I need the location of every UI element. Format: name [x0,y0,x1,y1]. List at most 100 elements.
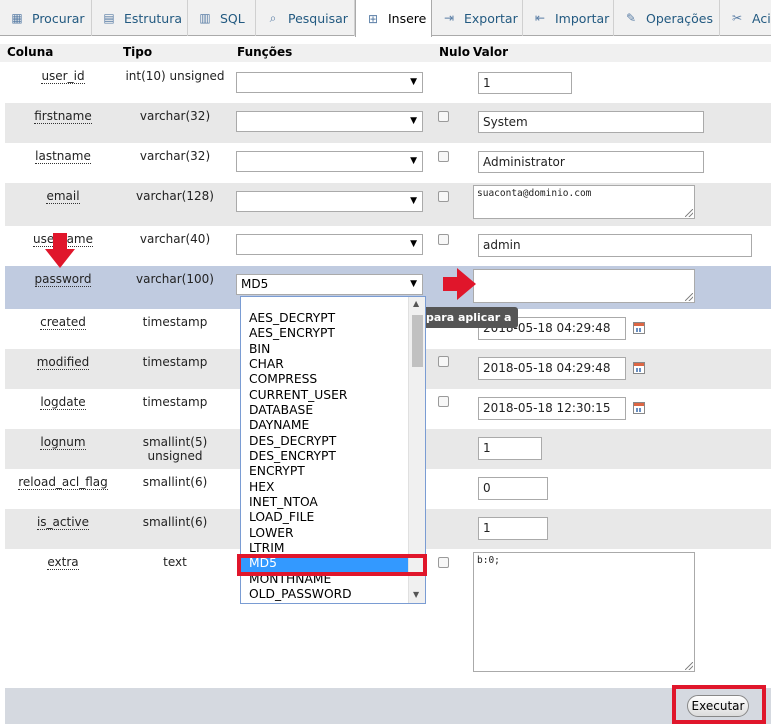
dropdown-option[interactable]: ENCRYPT [241,464,409,479]
dropdown-option[interactable]: LOWER [241,526,409,541]
tab-pesquisar[interactable]: ⌕ Pesquisar [256,0,355,36]
dropdown-option[interactable]: DES_ENCRYPT [241,449,409,464]
field-name: modified [36,355,90,370]
field-name: username [33,232,93,247]
null-checkbox[interactable] [438,356,449,367]
dropdown-option[interactable]: CHAR [241,357,409,372]
field-name: logdate [40,395,86,410]
null-checkbox[interactable] [438,191,449,202]
field-type: int(10) unsigned [125,69,225,83]
value-input[interactable]: admin [478,234,752,257]
footer-bar [5,688,771,724]
field-name: firstname [34,109,92,124]
field-type: varchar(100) [136,272,214,286]
wrench-icon: ✎ [625,11,637,25]
header-funcoes: Funções [237,45,293,59]
field-name: user_id [41,69,85,84]
field-name: extra [47,555,79,570]
dropdown-option[interactable]: DAYNAME [241,418,409,433]
value-input[interactable]: System [478,111,704,133]
value-input[interactable]: 2018-05-18 04:29:48 [478,357,626,380]
tab-insere[interactable]: ⊞ Insere [355,0,432,37]
field-name: lastname [35,149,91,164]
tooltip: para aplicar a [420,307,518,328]
field-type: smallint(6) [142,515,208,529]
tab-importar[interactable]: ⇤ Importar [523,0,614,36]
field-name: created [40,315,86,330]
value-textarea[interactable]: suaconta@dominio.com [473,185,695,219]
field-type: timestamp [142,395,208,409]
dropdown-option[interactable]: DATABASE [241,403,409,418]
field-name: is_active [36,515,90,530]
dropdown-option[interactable]: DES_DECRYPT [241,434,409,449]
function-select[interactable]: ▼ [236,72,423,93]
field-name: email [46,189,80,204]
value-input[interactable]: 1 [478,72,572,94]
dropdown-option[interactable]: LOAD_FILE [241,510,409,525]
value-input[interactable]: 1 [478,437,542,460]
function-select[interactable]: ▼ [236,191,423,212]
scroll-up-arrow-icon[interactable]: ▲ [413,299,419,308]
tab-exportar[interactable]: ⇥ Exportar [432,0,523,36]
table-header: Coluna Tipo Funções Nulo Valor [0,44,771,62]
export-icon: ⇥ [443,11,455,25]
tab-estrutura[interactable]: ▤ Estrutura [92,0,188,36]
header-nulo: Nulo [439,45,470,59]
value-textarea[interactable]: b:0; [473,552,695,672]
null-checkbox[interactable] [438,557,449,568]
import-icon: ⇤ [534,11,546,25]
null-checkbox[interactable] [438,111,449,122]
field-name: lognum [40,435,86,450]
value-textarea[interactable] [473,269,695,303]
null-checkbox[interactable] [438,151,449,162]
value-input[interactable]: 2018-05-18 12:30:15 [478,397,626,420]
field-name: reload_acl_flag [18,475,108,490]
field-type: varchar(32) [139,149,211,163]
calendar-icon[interactable] [633,402,645,414]
dropdown-option[interactable]: CURRENT_USER [241,388,409,403]
highlight-box-executar [672,685,766,724]
field-type: varchar(32) [139,109,211,123]
field-type: timestamp [142,355,208,369]
dropdown-option[interactable]: AES_ENCRYPT [241,326,409,341]
sql-icon: ▥ [199,11,211,25]
null-checkbox[interactable] [438,396,449,407]
dropdown-option[interactable]: OLD_PASSWORD [241,587,409,602]
calendar-icon[interactable] [633,322,645,334]
dropdown-option[interactable]: INET_NTOA [241,495,409,510]
scrollbar-thumb[interactable] [412,315,423,367]
tab-sql[interactable]: ▥ SQL [188,0,256,36]
function-select-open[interactable]: MD5 ▼ [236,274,423,295]
value-input[interactable]: 0 [478,477,548,500]
value-input[interactable]: 1 [478,517,548,540]
tab-bar: ▦ Procurar ▤ Estrutura ▥ SQL ⌕ Pesquisar ⊞ In… [0,0,771,37]
function-select[interactable]: ▼ [236,234,423,255]
tab-aci[interactable]: ✂ Aci [720,0,771,36]
triggers-icon: ✂ [731,11,743,25]
resize-grip-icon[interactable] [685,293,693,301]
field-type: varchar(128) [136,189,214,203]
header-tipo: Tipo [123,45,153,59]
dropdown-option[interactable]: COMPRESS [241,372,409,387]
function-select[interactable]: ▼ [236,111,423,132]
dropdown-option[interactable]: AES_DECRYPT [241,311,409,326]
null-checkbox[interactable] [438,234,449,245]
highlight-box-md5 [237,554,427,576]
dropdown-option[interactable]: HEX [241,480,409,495]
structure-icon: ▤ [103,11,115,25]
scroll-down-arrow-icon[interactable]: ▼ [413,590,419,599]
resize-grip-icon[interactable] [685,662,693,670]
field-name: password [34,272,92,287]
calendar-icon[interactable] [633,362,645,374]
tab-procurar[interactable]: ▦ Procurar [0,0,92,36]
browse-icon: ▦ [11,11,23,25]
value-input[interactable]: Administrator [478,151,704,173]
dropdown-arrow-icon: ▼ [410,77,417,87]
field-type: smallint(5) unsigned [142,435,208,463]
function-select[interactable]: ▼ [236,151,423,172]
resize-grip-icon[interactable] [685,209,693,217]
dropdown-arrow-icon: ▼ [410,116,417,126]
tab-operacoes[interactable]: ✎ Operações [614,0,720,36]
dropdown-option[interactable]: BIN [241,342,409,357]
dropdown-arrow-icon: ▼ [410,279,417,289]
